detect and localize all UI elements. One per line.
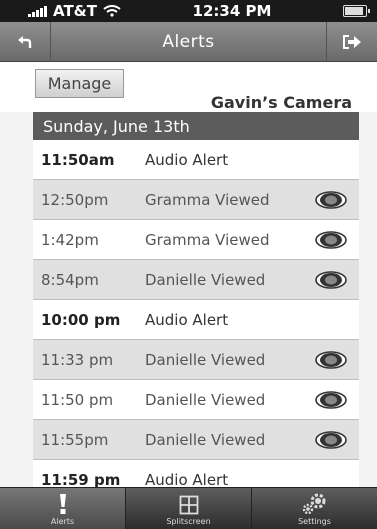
carrier-name: AT&T <box>53 2 97 20</box>
alert-time: 11:50 pm <box>41 390 114 409</box>
alert-text: Audio Alert <box>145 310 229 329</box>
alert-time: 1:42pm <box>41 230 99 249</box>
wifi-icon <box>103 5 121 17</box>
eye-icon[interactable] <box>315 191 347 213</box>
list-item[interactable]: 11:50am Audio Alert <box>33 140 359 180</box>
eye-icon[interactable] <box>315 351 347 373</box>
tab-alerts[interactable]: Alerts <box>0 488 125 529</box>
list-item[interactable]: 8:54pm Danielle Viewed <box>33 260 359 300</box>
eye-icon[interactable] <box>315 271 347 293</box>
exclamation-icon <box>59 494 66 514</box>
alert-time: 11:50am <box>41 150 115 169</box>
tab-settings[interactable]: Settings <box>251 488 377 529</box>
share-icon <box>342 34 361 49</box>
eye-icon[interactable] <box>315 431 347 453</box>
list-item[interactable]: 11:55pm Danielle Viewed <box>33 420 359 460</box>
tab-splitscreen[interactable]: Splitscreen <box>125 488 251 529</box>
alert-time: 8:54pm <box>41 270 99 289</box>
back-arrow-icon <box>18 35 32 48</box>
alert-time: 11:33 pm <box>41 350 114 369</box>
alert-text: Audio Alert <box>145 150 229 169</box>
camera-name: Gavin’s Camera <box>210 93 352 112</box>
alert-time: 11:55pm <box>41 430 109 449</box>
tab-alerts-label: Alerts <box>50 517 75 526</box>
eye-icon[interactable] <box>315 231 347 253</box>
share-button[interactable] <box>325 21 377 62</box>
alerts-list: Sunday, June 13th 11:50am Audio Alert 12:5… <box>33 112 359 500</box>
list-item[interactable]: 11:33 pm Danielle Viewed <box>33 340 359 380</box>
sub-header: Manage Gavin’s Camera <box>0 62 377 112</box>
alert-time: 11:59 pm <box>41 470 121 489</box>
status-bar: AT&T 12:34 PM <box>0 0 377 22</box>
tab-settings-label: Settings <box>298 517 331 526</box>
date-header: Sunday, June 13th <box>33 112 359 140</box>
alert-time: 12:50pm <box>41 190 109 209</box>
alert-rows: 11:50am Audio Alert 12:50pm Gramma Viewed 1:… <box>33 140 359 500</box>
status-time: 12:34 PM <box>192 2 272 20</box>
gears-icon <box>302 493 325 515</box>
list-item[interactable]: 10:00 pm Audio Alert <box>33 300 359 340</box>
list-item[interactable]: 1:42pm Gramma Viewed <box>33 220 359 260</box>
grid-icon <box>179 495 198 515</box>
eye-icon[interactable] <box>315 391 347 413</box>
back-button[interactable] <box>0 21 51 62</box>
nav-bar: Alerts <box>0 21 377 62</box>
tab-bar: Alerts Splitscreen Settings <box>0 487 377 529</box>
list-item[interactable]: 11:50 pm Danielle Viewed <box>33 380 359 420</box>
list-item[interactable]: 12:50pm Gramma Viewed <box>33 180 359 220</box>
manage-button[interactable]: Manage <box>35 69 124 98</box>
tab-splitscreen-label: Splitscreen <box>166 517 211 526</box>
alert-text: Audio Alert <box>145 470 229 489</box>
page-title: Alerts <box>162 31 215 52</box>
signal-icon <box>28 5 47 17</box>
status-left: AT&T <box>28 2 121 20</box>
alert-time: 10:00 pm <box>41 310 121 329</box>
battery-icon <box>342 5 370 17</box>
phone-screen: AT&T 12:34 PM Alerts Manage Gavin’s Came… <box>0 0 377 529</box>
